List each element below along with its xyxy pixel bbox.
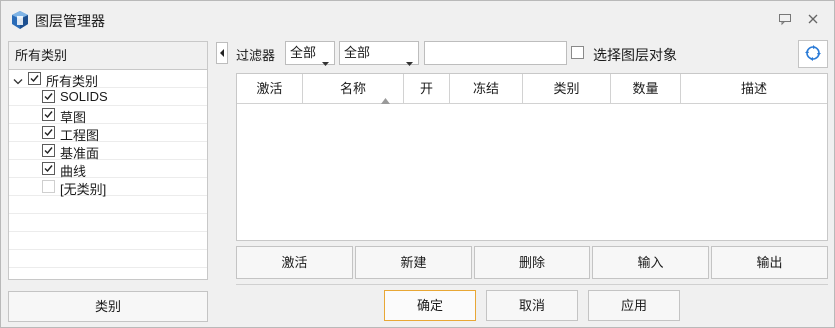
cancel-button[interactable]: 取消 [486,290,578,321]
column-header-frozen[interactable]: 冻结 [450,74,523,104]
dropdown-caret-icon [322,51,329,73]
tree-item-curve[interactable]: 曲线 [9,160,207,179]
tree-checkbox[interactable] [28,72,41,85]
refresh-icon [804,44,822,65]
tree-item-sketch[interactable]: 草图 [9,106,207,125]
tree-empty-row [9,232,207,250]
import-button[interactable]: 输入 [592,246,709,279]
new-button[interactable]: 新建 [355,246,472,279]
divider [236,284,828,285]
select-layer-objects-label: 选择图层对象 [593,47,677,63]
tree-item-solids[interactable]: SOLIDS [9,88,207,106]
activate-button[interactable]: 激活 [236,246,353,279]
title-bar: 图层管理器 [1,1,834,37]
sort-ascending-icon [381,85,390,115]
filter-scope-select[interactable]: 全部 [285,41,335,66]
tree-item-label: SOLIDS [60,89,108,104]
dropdown-caret-icon [406,51,413,73]
refresh-button[interactable] [798,40,828,68]
delete-button[interactable]: 删除 [474,246,590,279]
column-header-count[interactable]: 数量 [611,74,681,104]
category-tree: 所有类别 SOLIDS 草图 工程图 基准面 曲线 [无类别] [9,70,207,268]
tree-checkbox[interactable] [42,144,55,157]
column-header-description[interactable]: 描述 [681,74,827,104]
app-logo-icon [10,10,30,30]
window-title: 图层管理器 [35,13,105,29]
chevron-down-icon[interactable] [13,74,23,89]
tree-empty-row [9,250,207,268]
layer-table: 激活 名称 开 冻结 类别 数量 描述 [236,73,828,241]
tree-item-datum-plane[interactable]: 基准面 [9,142,207,161]
column-header-label: 名称 [339,81,366,96]
tree-item-uncategorized[interactable]: [无类别] [9,178,207,197]
close-icon[interactable] [805,11,821,27]
collapse-panel-button[interactable] [216,42,228,64]
apply-button[interactable]: 应用 [588,290,680,321]
column-header-name[interactable]: 名称 [303,74,404,104]
column-header-active[interactable]: 激活 [237,74,303,104]
filter-text-input[interactable] [424,41,567,65]
tree-checkbox[interactable] [42,162,55,175]
tree-checkbox[interactable] [42,126,55,139]
tree-checkbox[interactable] [42,90,55,103]
tree-empty-row [9,214,207,232]
select-layer-objects-checkbox[interactable] [571,46,584,59]
filter-type-value: 全部 [344,45,371,60]
category-button[interactable]: 类别 [8,291,208,322]
filter-type-select[interactable]: 全部 [339,41,419,66]
tree-checkbox[interactable] [42,180,55,193]
tree-checkbox[interactable] [42,108,55,121]
export-button[interactable]: 输出 [711,246,828,279]
ok-button[interactable]: 确定 [384,290,476,321]
feedback-icon[interactable] [777,11,793,27]
column-header-category[interactable]: 类别 [523,74,611,104]
category-panel: 所有类别 所有类别 SOLIDS 草图 工程图 基准面 曲线 [无类别] [8,41,208,280]
tree-item-drawing[interactable]: 工程图 [9,124,207,143]
category-panel-header: 所有类别 [9,42,207,70]
filter-scope-value: 全部 [290,45,317,60]
tree-item-all[interactable]: 所有类别 [9,70,207,89]
table-header: 激活 名称 开 冻结 类别 数量 描述 [237,74,827,104]
layer-manager-dialog: 图层管理器 所有类别 所有类别 SOLIDS 草图 工程图 基准面 曲线 [无类… [0,0,835,328]
tree-empty-row [9,196,207,214]
column-header-on[interactable]: 开 [404,74,450,104]
filter-label: 过滤器 [236,48,276,63]
